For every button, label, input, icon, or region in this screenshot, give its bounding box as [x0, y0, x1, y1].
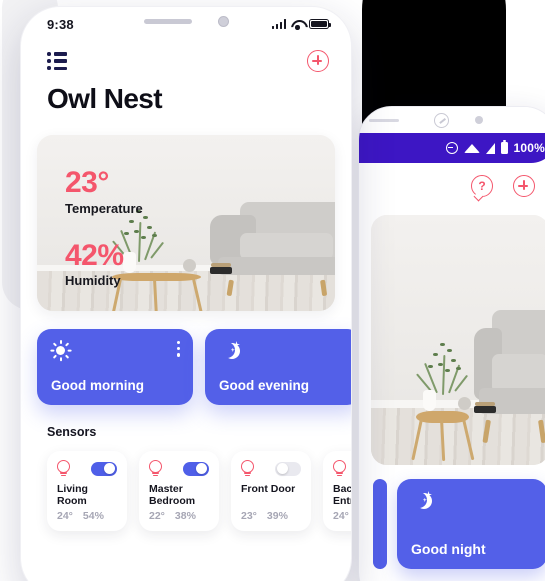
humidity-label: Humidity	[65, 273, 121, 288]
screenshot-stage: 100% ? Good night 9:38 Owl Nest 23° Temp…	[0, 0, 545, 581]
sensor-card-master-bedroom[interactable]: Master Bedroom 22° 38%	[139, 451, 219, 531]
bulb-icon	[241, 460, 254, 477]
bulb-icon	[333, 460, 346, 477]
temperature-label: Temperature	[65, 200, 143, 216]
status-bar: 9:38	[21, 7, 351, 41]
proximity-sensor-icon	[474, 116, 483, 124]
status-indicators	[271, 19, 332, 30]
sensors-row: Living Room 24° 54% Master Bedroom 22° 3…	[21, 439, 351, 531]
coffee-table-graphic	[411, 411, 476, 462]
secondary-phone-sensors	[359, 107, 545, 133]
sensor-humidity: 38%	[174, 510, 196, 522]
moon-icon	[411, 491, 432, 511]
app-bar	[21, 41, 351, 81]
hero-stats: 23° Temperature 42% Humidity	[65, 167, 143, 288]
mode-card-good-night[interactable]: Good night	[397, 479, 545, 569]
primary-phone: 9:38 Owl Nest 23° Temperature 42% Humidi…	[20, 6, 352, 581]
battery-percent-label: 100%	[513, 141, 545, 155]
sensor-name: Front Door	[241, 483, 296, 495]
secondary-appbar: ?	[359, 163, 545, 209]
sensor-humidity: 54%	[82, 510, 104, 522]
kebab-menu-icon[interactable]	[176, 341, 180, 357]
bulb-icon	[149, 460, 162, 477]
plus-circle-icon[interactable]	[513, 175, 535, 197]
front-camera-icon	[433, 112, 449, 128]
mode-card-label: Good night	[411, 541, 486, 557]
sensor-card-back-entrance[interactable]: Back Entrance 24°	[323, 451, 352, 531]
sensor-card-front-door[interactable]: Front Door 23° 39%	[231, 451, 311, 531]
signal-bars-icon	[271, 19, 286, 29]
wifi-icon	[291, 19, 304, 30]
mode-card-label: Good morning	[51, 378, 144, 393]
secondary-mode-row: Good night	[359, 465, 545, 569]
battery-icon	[500, 139, 508, 154]
sensor-toggle[interactable]	[275, 461, 301, 476]
sensor-toggle[interactable]	[183, 461, 209, 476]
mode-card-row: Good morning Good evening	[21, 311, 351, 405]
sensors-section-title: Sensors	[47, 425, 97, 439]
bulb-icon	[57, 460, 70, 477]
secondary-phone: 100% ? Good night	[358, 106, 545, 581]
living-room-photo	[371, 215, 545, 465]
sensor-toggle[interactable]	[91, 461, 117, 476]
sensor-name: Back Entrance	[333, 483, 352, 508]
list-menu-icon[interactable]	[47, 52, 68, 70]
help-bubble-icon[interactable]: ?	[471, 175, 493, 197]
moon-icon	[219, 341, 240, 361]
hero-photo-card[interactable]: 23° Temperature 42% Humidity	[37, 135, 335, 311]
sensor-temperature: 24°	[333, 510, 349, 522]
earpiece-speaker	[369, 119, 399, 122]
mode-card-partial[interactable]	[373, 479, 387, 569]
page-title: Owl Nest	[47, 83, 163, 114]
sensor-name: Living Room	[57, 483, 88, 508]
mode-card-label: Good evening	[219, 378, 310, 393]
battery-full-icon	[309, 19, 332, 29]
books-graphic	[474, 401, 497, 413]
books-graphic	[209, 263, 232, 275]
plant-graphic	[415, 341, 474, 396]
vase-graphic	[422, 390, 436, 412]
wifi-icon	[463, 143, 480, 153]
sensor-name: Master Bedroom	[149, 483, 196, 508]
mode-card-good-morning[interactable]: Good morning	[37, 329, 193, 405]
sensor-temperature: 24°	[57, 510, 73, 522]
sun-icon	[50, 340, 72, 362]
sensor-temperature: 22°	[149, 510, 165, 522]
temperature-value: 23°	[65, 166, 109, 199]
do-not-disturb-icon	[445, 142, 458, 154]
status-time: 9:38	[47, 16, 74, 32]
mode-card-good-evening[interactable]: Good evening	[205, 329, 351, 405]
humidity-value: 42%	[65, 238, 124, 272]
sensor-humidity: 39%	[266, 510, 288, 522]
sensor-temperature: 23°	[241, 510, 257, 522]
signal-icon	[485, 142, 495, 154]
plus-circle-icon[interactable]	[307, 50, 329, 72]
secondary-status-bar: 100%	[359, 133, 545, 163]
sensor-card-living-room[interactable]: Living Room 24° 54%	[47, 451, 127, 531]
secondary-hero-photo	[371, 215, 545, 465]
